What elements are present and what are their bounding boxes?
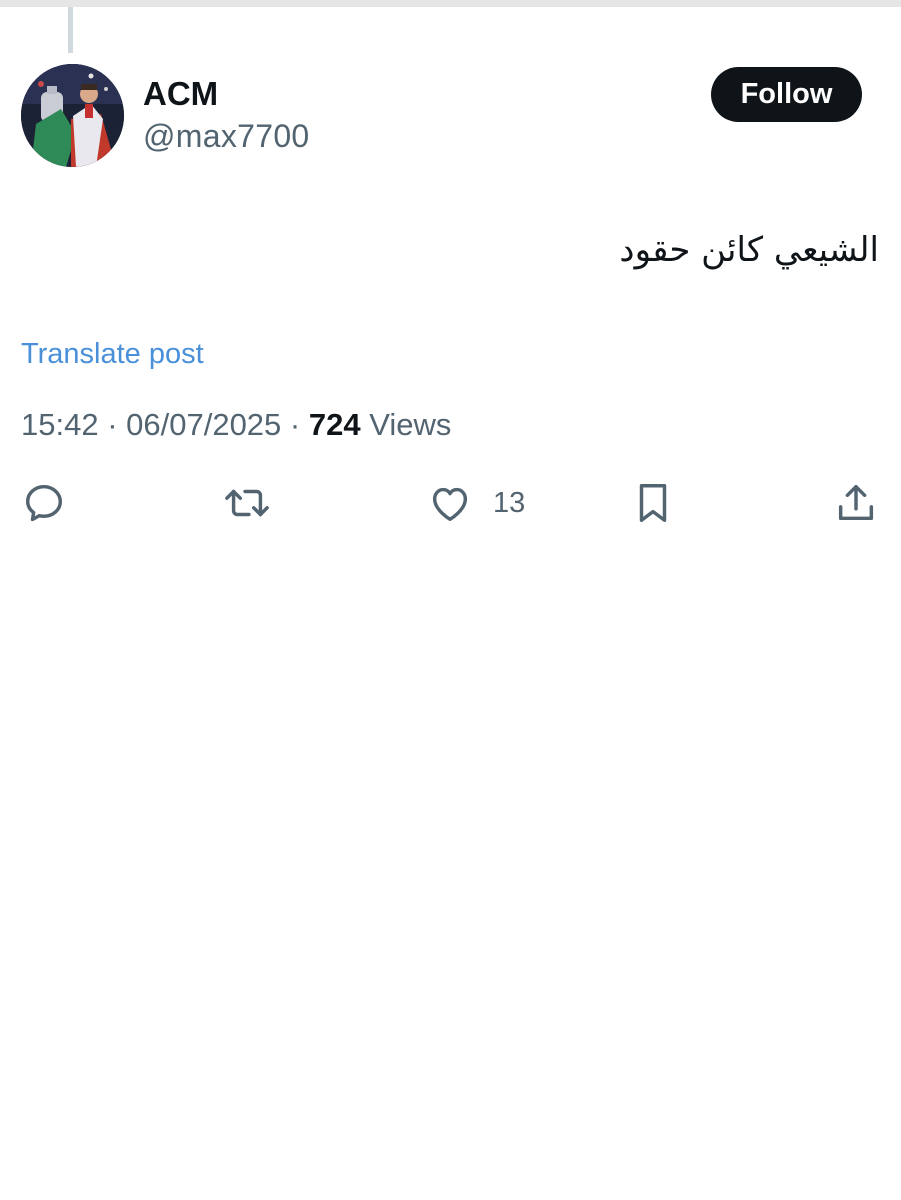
post-detail-page: ACM @max7700 Follow الشيعي كائن حقود Tra… [0, 0, 901, 1200]
reply-button[interactable] [21, 470, 67, 536]
author-display-name[interactable]: ACM [143, 72, 218, 116]
views-label: Views [369, 407, 452, 442]
post-meta: 15:42 · 06/07/2025 · 724 Views [21, 404, 451, 446]
thread-connector-line [68, 7, 73, 53]
meta-separator: · [107, 407, 127, 442]
meta-separator: · [289, 407, 309, 442]
like-count: 13 [493, 486, 526, 519]
follow-button[interactable]: Follow [711, 67, 862, 122]
like-button[interactable]: 13 [427, 470, 525, 536]
top-divider [0, 0, 901, 7]
post-actions-bar: 13 [0, 470, 901, 536]
post-time[interactable]: 15:42 [21, 407, 99, 442]
translate-post-link[interactable]: Translate post [21, 334, 204, 374]
author-handle[interactable]: @max7700 [143, 114, 310, 158]
repost-button[interactable] [221, 470, 273, 536]
repost-icon [225, 489, 269, 517]
heart-icon [432, 487, 468, 522]
bookmark-button[interactable] [631, 470, 675, 536]
share-icon [838, 484, 874, 521]
avatar[interactable] [21, 64, 124, 167]
post-date[interactable]: 06/07/2025 [126, 407, 281, 442]
avatar-image [21, 64, 124, 167]
bookmark-icon [639, 484, 667, 522]
post-text: الشيعي كائن حقود [619, 230, 879, 270]
share-button[interactable] [833, 470, 879, 536]
views-count[interactable]: 724 [309, 407, 361, 442]
reply-icon [25, 484, 63, 522]
